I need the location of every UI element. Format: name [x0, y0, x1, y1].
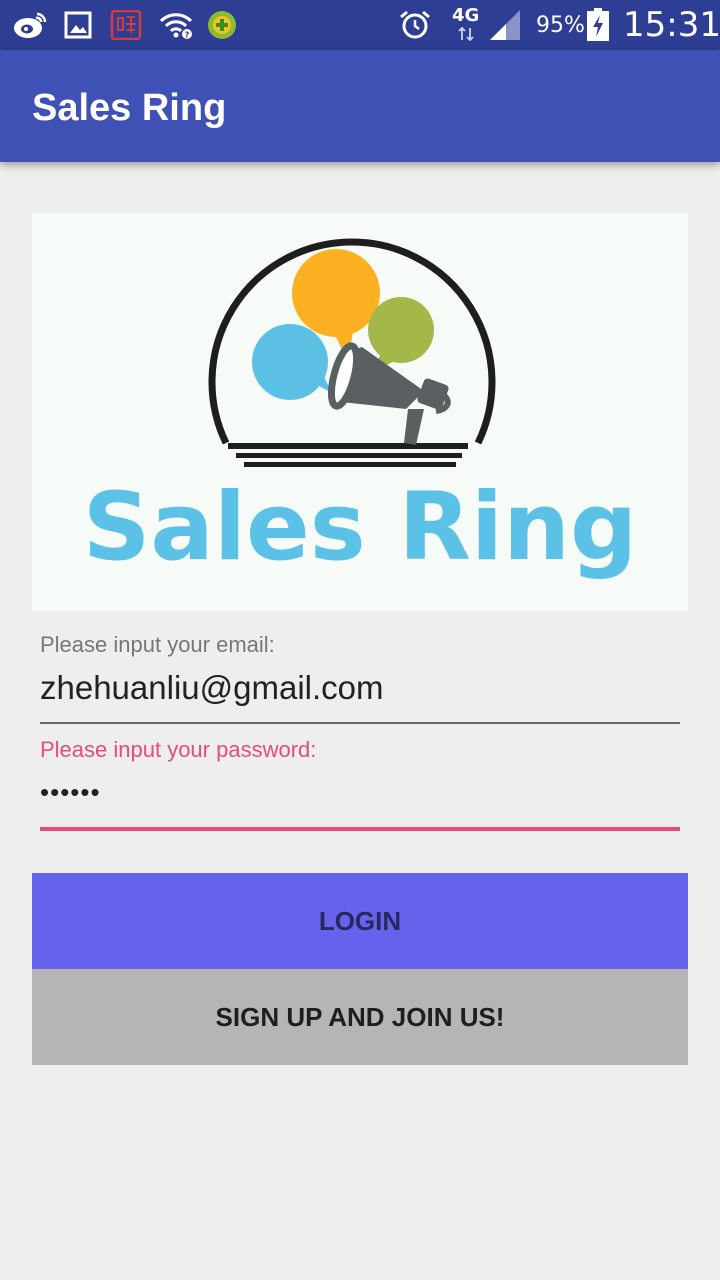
logo-wordmark: Sales Ring: [83, 473, 638, 582]
gallery-icon: [64, 11, 92, 39]
battery-charging-icon: [587, 8, 609, 41]
svg-text:?: ?: [185, 31, 190, 40]
email-label: Please input your email:: [40, 632, 275, 657]
alarm-icon: [400, 10, 430, 39]
app-bar: Sales Ring: [0, 50, 720, 162]
security-app-icon: [208, 11, 236, 39]
weibo-icon: [14, 12, 47, 38]
password-underline: [40, 827, 680, 831]
password-field[interactable]: ••••••: [40, 772, 101, 812]
email-underline: [40, 722, 680, 724]
status-bar: ? 4G 95% 15:31: [0, 0, 720, 50]
network-label: 4G: [452, 5, 480, 26]
password-label: Please input your password:: [40, 737, 317, 762]
network-4g-icon: 4G: [450, 5, 480, 45]
wifi-icon: ?: [159, 13, 193, 40]
notification-app-icon: [110, 10, 142, 40]
app-title: Sales Ring: [32, 87, 227, 129]
sales-ring-logo: Sales Ring: [83, 238, 638, 582]
login-button[interactable]: LOGIN: [32, 873, 688, 969]
signup-button[interactable]: SIGN UP AND JOIN US!: [32, 969, 688, 1065]
email-field[interactable]: zhehuanliu@gmail.com: [40, 668, 384, 708]
battery-percent: 95%: [536, 13, 585, 38]
logo-image: Sales Ring: [32, 213, 688, 611]
clock-time: 15:31: [623, 5, 720, 45]
signal-icon: [490, 10, 520, 40]
